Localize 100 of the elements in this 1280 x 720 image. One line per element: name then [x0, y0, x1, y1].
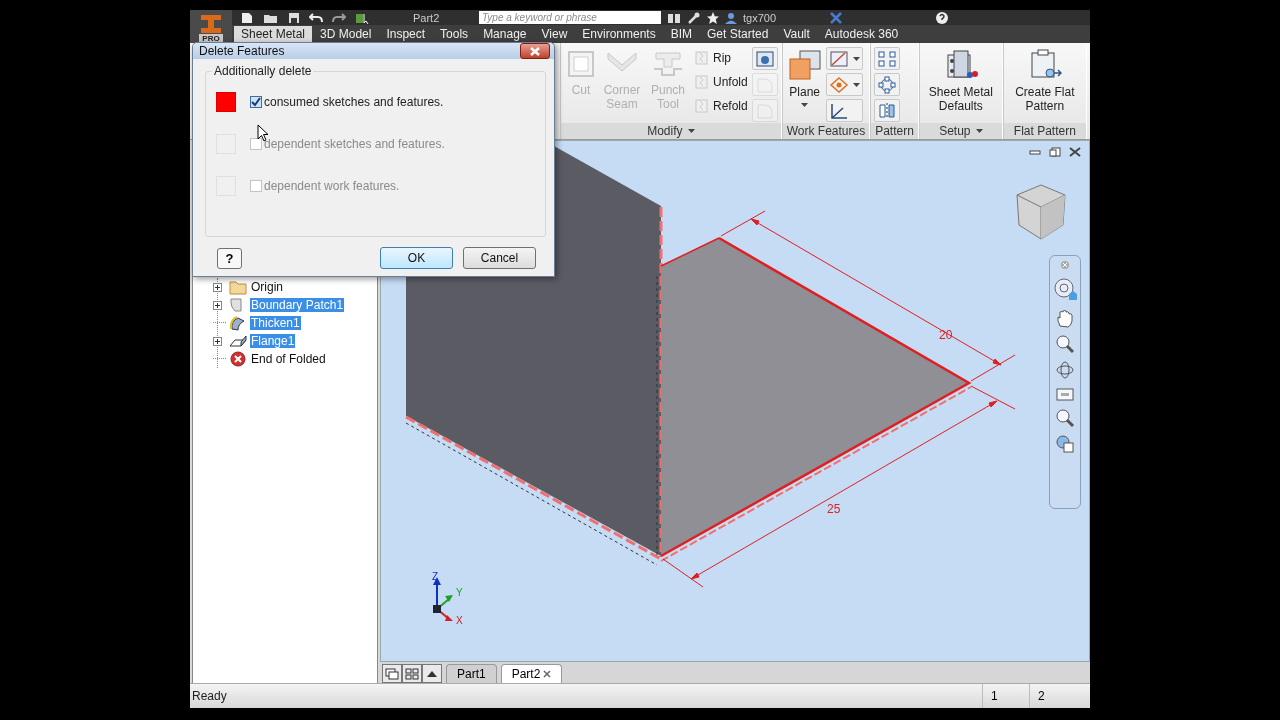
ribbon-tab[interactable]: Autodesk 360	[817, 26, 906, 43]
dimension-label: 25	[827, 502, 841, 516]
caret-icon	[801, 103, 809, 107]
checkbox[interactable]: consumed sketches and features.	[250, 95, 444, 109]
check-icon	[251, 97, 261, 107]
caret-icon	[975, 129, 983, 133]
panel-label: Flat Pattern	[1013, 124, 1076, 138]
point-icon	[828, 75, 849, 94]
steering-wheel-button[interactable]	[1053, 276, 1077, 302]
ribbon-button[interactable]: Sheet Metal Defaults	[922, 47, 999, 123]
tree-item[interactable]: End of Folded	[250, 352, 327, 366]
color-swatch[interactable]	[216, 92, 236, 112]
rectangular-pattern-icon	[877, 49, 898, 68]
wrench-icon	[687, 11, 701, 24]
circular-pattern-icon	[877, 75, 898, 94]
punch-icon	[652, 49, 684, 79]
user-name[interactable]: tgx700	[743, 11, 823, 24]
app-logo-icon	[198, 14, 224, 34]
close-icon	[1069, 147, 1081, 157]
status-text: Ready	[191, 689, 228, 703]
sheet-icon	[694, 73, 710, 90]
close-icon	[529, 46, 541, 56]
help-button[interactable]: ?	[217, 247, 242, 269]
axis-label: Y	[456, 587, 463, 598]
axis-icon	[828, 49, 849, 68]
ribbon-tab[interactable]: 3D Model	[313, 26, 379, 43]
tool-button[interactable]	[874, 73, 901, 96]
view-button[interactable]	[1055, 434, 1075, 454]
select-icon	[355, 11, 371, 24]
ribbon-tab[interactable]: View	[534, 26, 575, 43]
ribbon-button[interactable]: Plane	[785, 47, 824, 123]
document-title: Part2	[413, 11, 441, 24]
flange-icon	[229, 333, 247, 349]
ucs-icon	[828, 101, 849, 120]
folder-icon	[229, 279, 247, 295]
ribbon-tab[interactable]: Inspect	[379, 26, 433, 43]
error-icon	[229, 351, 247, 367]
tool-button[interactable]	[874, 99, 901, 122]
corner-round-icon	[754, 101, 775, 120]
grid-icon	[405, 667, 419, 680]
restore-icon	[1049, 147, 1061, 157]
scroll-up-button[interactable]	[422, 664, 442, 683]
tile-button[interactable]	[402, 664, 422, 683]
tool-button[interactable]	[874, 47, 901, 70]
ribbon-tab[interactable]: Vault	[776, 26, 817, 43]
close-button[interactable]	[520, 43, 550, 59]
magnifier-icon	[1055, 334, 1075, 354]
caret-icon	[852, 56, 860, 61]
tool-button[interactable]	[825, 47, 863, 70]
dialog-button[interactable]: OK	[380, 247, 453, 269]
document-tab[interactable]: Part2	[500, 664, 563, 683]
cascade-icon	[385, 667, 399, 680]
caret-icon	[687, 129, 695, 133]
ribbon-tab[interactable]: Get Started	[700, 26, 776, 43]
ribbon-tab[interactable]: Manage	[476, 26, 534, 43]
steering-wheel-icon	[1053, 276, 1077, 302]
magnifier-icon	[1055, 408, 1075, 428]
panel-label: Pattern	[875, 124, 914, 138]
dialog-button[interactable]: Cancel	[463, 247, 536, 269]
sheet-icon	[694, 49, 710, 66]
panel-label: Setup	[939, 124, 971, 138]
pan-button[interactable]	[1055, 308, 1075, 328]
tool-button[interactable]	[825, 73, 863, 96]
close-icon	[1060, 260, 1070, 270]
cascade-button[interactable]	[382, 664, 402, 683]
panel-label: Work Features	[786, 124, 866, 138]
search-field[interactable]: Type a keyword or phrase	[479, 11, 661, 24]
axis-label: X	[456, 615, 463, 626]
corner-round-icon	[754, 75, 775, 94]
zoom-button[interactable]	[1055, 408, 1075, 428]
ribbon-tab[interactable]: BIM	[663, 26, 699, 43]
group-label: Additionally delete	[212, 64, 314, 78]
tool-button[interactable]	[825, 99, 863, 122]
sheet-icon	[694, 97, 710, 114]
ribbon-button[interactable]: Create Flat Pattern	[1006, 47, 1083, 123]
status-field: 1	[982, 684, 1029, 708]
ribbon-tab[interactable]: Environments	[575, 26, 663, 43]
rectangle-icon	[1055, 386, 1075, 402]
document-tab[interactable]: Part1	[446, 664, 497, 683]
view-icon	[1055, 434, 1075, 454]
ribbon-tab[interactable]: Tools	[433, 26, 476, 43]
square-icon	[566, 49, 596, 79]
look-at-button[interactable]	[1055, 386, 1075, 402]
panel-label: Modify	[647, 124, 683, 138]
zoom-button[interactable]	[1055, 334, 1075, 354]
dimension-label: 20	[939, 328, 953, 342]
user-icon	[725, 11, 737, 24]
dialog-title: Delete Features	[199, 44, 285, 58]
hand-icon	[1055, 308, 1075, 328]
tree-item[interactable]: Origin	[250, 280, 284, 294]
tool-button[interactable]	[751, 47, 778, 70]
orbit-button[interactable]	[1055, 360, 1075, 380]
thicken-icon	[229, 315, 247, 331]
orbit-icon	[1055, 360, 1075, 380]
caret-icon	[852, 82, 860, 87]
close-icon	[543, 670, 552, 678]
undo-icon	[309, 11, 323, 24]
status-field: 2	[1029, 684, 1076, 708]
star-icon	[707, 11, 719, 24]
cube-icon	[754, 49, 775, 68]
